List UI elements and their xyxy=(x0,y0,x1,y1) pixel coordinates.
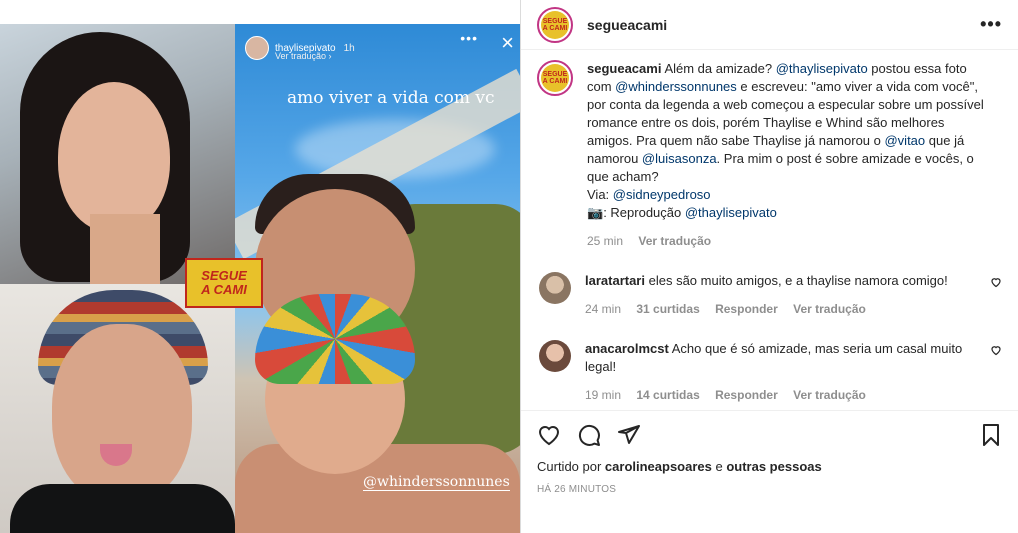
comment-item: laratartari eles são muito amigos, e a t… xyxy=(537,272,1003,318)
comment-time: 19 min xyxy=(585,388,622,402)
photo-man xyxy=(0,284,235,533)
heart-icon[interactable] xyxy=(989,344,1003,356)
caption-repro-label: : Reprodução xyxy=(603,205,685,220)
comment-text: eles são muito amigos, e a thaylise namo… xyxy=(648,273,948,288)
comment-reply-link[interactable]: Responder xyxy=(715,388,778,402)
logo-line-1: SEGUE xyxy=(201,268,247,283)
comment-meta: 24 min 31 curtidas Responder Ver traduçã… xyxy=(585,300,975,318)
segue-a-cami-logo: SEGUE A CAMI xyxy=(185,258,263,308)
story-time: 1h xyxy=(343,42,355,54)
liked-by: Curtido por carolineapsoares e outras pe… xyxy=(537,459,1003,474)
mention-link[interactable]: @thaylisepivato xyxy=(776,61,868,76)
post-timestamp[interactable]: HÁ 26 MINUTOS xyxy=(537,484,1003,495)
photo-shirt xyxy=(10,484,235,533)
liked-by-prefix: Curtido por xyxy=(537,459,605,474)
comment-body: anacarolmcst Acho que é só amizade, mas … xyxy=(585,340,975,404)
post-media[interactable]: thaylisepivato 1h Ver tradução › ••• × a… xyxy=(0,0,520,533)
comment-username[interactable]: anacarolmcst xyxy=(585,341,669,356)
comment-translate-link[interactable]: Ver tradução xyxy=(793,388,866,402)
post-header: SEGUE A CAMI segueacami ••• xyxy=(521,0,1018,50)
post-author-username[interactable]: segueacami xyxy=(587,17,667,33)
caption-username[interactable]: segueacami xyxy=(587,61,661,76)
more-icon[interactable]: ••• xyxy=(980,14,1002,35)
story-screenshot: thaylisepivato 1h Ver tradução › ••• × a… xyxy=(235,24,520,533)
post-actions: Curtido por carolineapsoares e outras pe… xyxy=(521,410,1018,495)
story-avatar xyxy=(245,36,269,60)
comment-time: 24 min xyxy=(585,302,622,316)
avatar-text: SEGUE A CAMI xyxy=(542,17,568,32)
caption-text: Além da amizade? xyxy=(664,61,776,76)
post-caption: SEGUE A CAMI segueacami Além da amizade? … xyxy=(537,60,1003,250)
mention-link[interactable]: @thaylisepivato xyxy=(685,205,777,220)
heart-icon[interactable] xyxy=(989,276,1003,288)
photo-face xyxy=(52,324,192,504)
photo-neck xyxy=(90,214,160,284)
caption-avatar[interactable]: SEGUE A CAMI xyxy=(537,60,573,250)
avatar[interactable]: SEGUE A CAMI xyxy=(537,6,573,43)
mention-link[interactable]: @whinderssonnunes xyxy=(615,79,737,94)
comment-username[interactable]: laratartari xyxy=(585,273,645,288)
logo-line-2: A CAMI xyxy=(201,282,247,297)
avatar-logo: SEGUE A CAMI xyxy=(541,10,569,39)
avatar-logo: SEGUE A CAMI xyxy=(541,64,569,92)
caption-via-label: Via: xyxy=(587,187,613,202)
photo-woman xyxy=(0,24,235,284)
comment-item: anacarolmcst Acho que é só amizade, mas … xyxy=(537,340,1003,404)
mention-link[interactable]: @sidneypedroso xyxy=(613,187,711,202)
caption-translate-link[interactable]: Ver tradução xyxy=(638,234,711,248)
story-menu-icon: ••• xyxy=(460,30,478,46)
mention-link[interactable]: @luisasonza xyxy=(642,151,717,166)
comment-likes-link[interactable]: 31 curtidas xyxy=(636,302,699,316)
comment-translate-link[interactable]: Ver tradução xyxy=(793,302,866,316)
share-icon[interactable] xyxy=(617,423,641,447)
liked-by-others[interactable]: outras pessoas xyxy=(726,459,821,474)
mention-link[interactable]: @vitao xyxy=(884,133,925,148)
comments-section[interactable]: SEGUE A CAMI segueacami Além da amizade? … xyxy=(521,60,1018,410)
comment-icon[interactable] xyxy=(577,423,601,447)
story-caption: amo viver a vida com vc xyxy=(287,88,495,108)
bookmark-icon[interactable] xyxy=(979,423,1003,447)
close-icon: × xyxy=(501,30,514,55)
comment-body: laratartari eles são muito amigos, e a t… xyxy=(585,272,975,318)
action-icons xyxy=(537,423,1003,447)
caption-meta: 25 min Ver tradução xyxy=(587,232,987,250)
comment-reply-link[interactable]: Responder xyxy=(715,302,778,316)
liked-by-user[interactable]: carolineapsoares xyxy=(605,459,712,474)
instagram-post: thaylisepivato 1h Ver tradução › ••• × a… xyxy=(0,0,1018,533)
photo-face xyxy=(58,82,170,232)
story-mention-tag: @whinderssonnunes xyxy=(363,474,510,491)
caption-body: segueacami Além da amizade? @thaylisepiva… xyxy=(587,60,987,250)
comment-likes-link[interactable]: 14 curtidas xyxy=(636,388,699,402)
avatar[interactable] xyxy=(539,340,571,372)
caption-time: 25 min xyxy=(587,234,624,248)
camera-icon: 📷 xyxy=(587,205,604,220)
avatar[interactable]: SEGUE A CAMI xyxy=(537,60,573,96)
avatar-text: SEGUE A CAMI xyxy=(542,71,568,85)
comment-meta: 19 min 14 curtidas Responder Ver traduçã… xyxy=(585,386,975,404)
post-side-panel: SEGUE A CAMI segueacami ••• SEGUE A CAMI… xyxy=(520,0,1018,533)
story-translate: Ver tradução › xyxy=(275,51,332,61)
liked-by-mid: e xyxy=(711,459,727,474)
heart-icon[interactable] xyxy=(537,423,561,447)
avatar[interactable] xyxy=(539,272,571,304)
